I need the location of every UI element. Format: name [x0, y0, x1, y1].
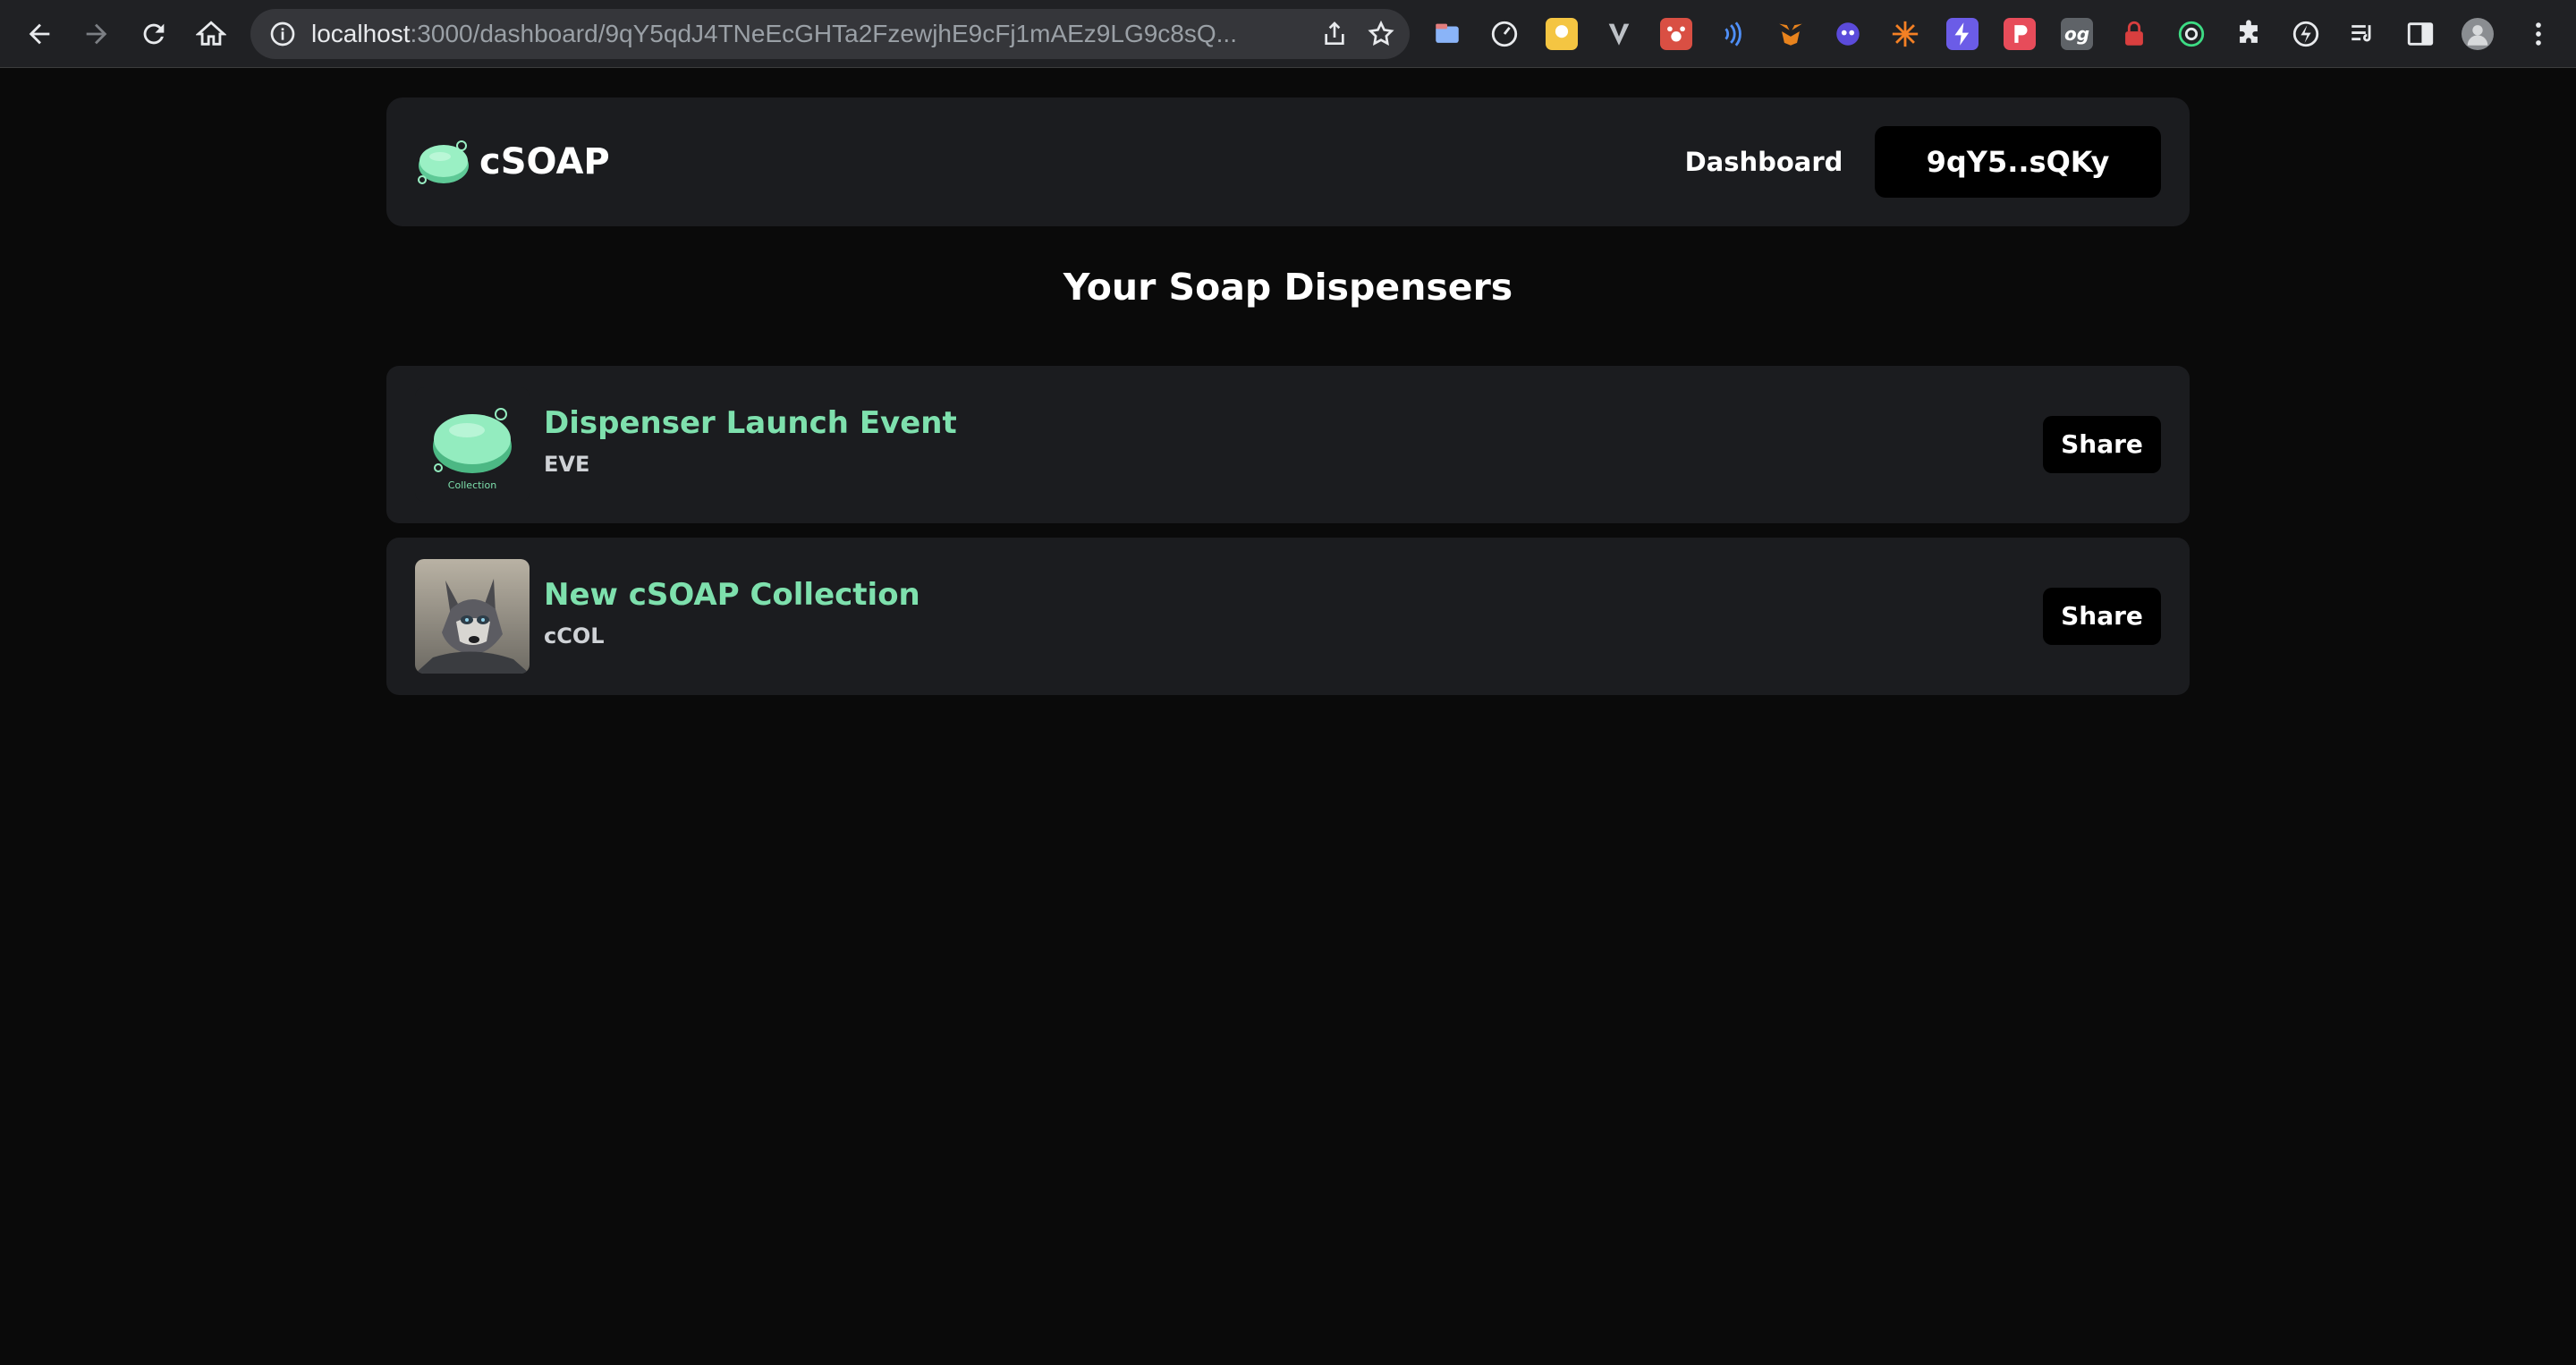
url-host: localhost — [311, 20, 411, 47]
extension-folder-icon[interactable] — [1431, 18, 1463, 50]
home-icon — [196, 21, 226, 46]
extension-v-icon[interactable] — [1603, 18, 1635, 50]
extension-p-icon[interactable] — [2004, 18, 2036, 50]
dispenser-name[interactable]: Dispenser Launch Event — [544, 405, 957, 441]
profile-avatar[interactable] — [2462, 18, 2494, 50]
wallet-address-button[interactable]: 9qY5..sQKy — [1875, 126, 2161, 198]
info-icon[interactable] — [268, 20, 297, 48]
share-button[interactable]: Share — [2043, 588, 2161, 645]
extension-signal-icon[interactable] — [1717, 18, 1750, 50]
dispenser-symbol: cCOL — [544, 623, 605, 649]
app-header: cSOAP Dashboard 9qY5..sQKy — [386, 98, 2190, 226]
extension-lock-icon[interactable] — [2118, 18, 2150, 50]
thumbnail-caption: Collection — [447, 479, 497, 491]
page-content: cSOAP Dashboard 9qY5..sQKy Your Soap Dis… — [0, 69, 2576, 1365]
dispenser-card[interactable]: Collection Dispenser Launch Event EVE Sh… — [386, 366, 2190, 523]
soap-logo-icon[interactable] — [415, 137, 472, 187]
back-button[interactable] — [18, 13, 61, 55]
extension-target-icon[interactable] — [2175, 18, 2207, 50]
extension-bolt-icon[interactable] — [1946, 18, 1979, 50]
dispenser-symbol: EVE — [544, 452, 590, 477]
extension-og-icon[interactable]: og — [2061, 18, 2093, 50]
forward-button[interactable] — [75, 13, 118, 55]
extension-mascot-icon[interactable] — [1832, 18, 1864, 50]
extension-gauge-icon[interactable] — [1488, 18, 1521, 50]
url-text[interactable]: localhost:3000/dashboard/9qY5qdJ4TNeEcGH… — [311, 9, 1277, 59]
extension-leaf-icon[interactable] — [2290, 18, 2322, 50]
arrow-right-icon — [86, 23, 107, 45]
media-queue-icon[interactable] — [2347, 18, 2379, 50]
arrow-left-icon — [29, 23, 50, 45]
wolf-artwork-image — [415, 559, 530, 674]
home-button[interactable] — [190, 13, 233, 55]
dispenser-name[interactable]: New cSOAP Collection — [544, 577, 920, 613]
brand-name[interactable]: cSOAP — [479, 98, 610, 226]
reload-icon — [143, 23, 165, 45]
metamask-fox-icon[interactable] — [1775, 18, 1807, 50]
nav-dashboard-link[interactable]: Dashboard — [1674, 98, 1853, 226]
browser-toolbar: localhost:3000/dashboard/9qY5qdJ4TNeEcGH… — [0, 0, 2576, 68]
page-title: Your Soap Dispensers — [1063, 266, 1513, 309]
browser-menu-icon[interactable] — [2522, 18, 2555, 50]
dispenser-card[interactable]: New cSOAP Collection cCOL Share — [386, 538, 2190, 695]
extension-paw-icon[interactable] — [1660, 18, 1692, 50]
extensions-puzzle-icon[interactable] — [2233, 18, 2265, 50]
extension-spark-icon[interactable] — [1889, 18, 1921, 50]
share-page-icon[interactable] — [1320, 20, 1349, 48]
url-path: :3000/dashboard/9qY5qdJ4TNeEcGHTa2Fzewjh… — [410, 20, 1237, 47]
address-bar[interactable]: localhost:3000/dashboard/9qY5qdJ4TNeEcGH… — [250, 9, 1410, 59]
dispenser-thumbnail — [415, 559, 530, 674]
reload-button[interactable] — [132, 13, 175, 55]
extension-bulb-icon[interactable] — [1546, 18, 1578, 50]
dispenser-thumbnail: Collection — [415, 387, 530, 502]
bookmark-star-icon[interactable] — [1367, 20, 1395, 48]
side-panel-icon[interactable] — [2404, 18, 2436, 50]
share-button[interactable]: Share — [2043, 416, 2161, 473]
